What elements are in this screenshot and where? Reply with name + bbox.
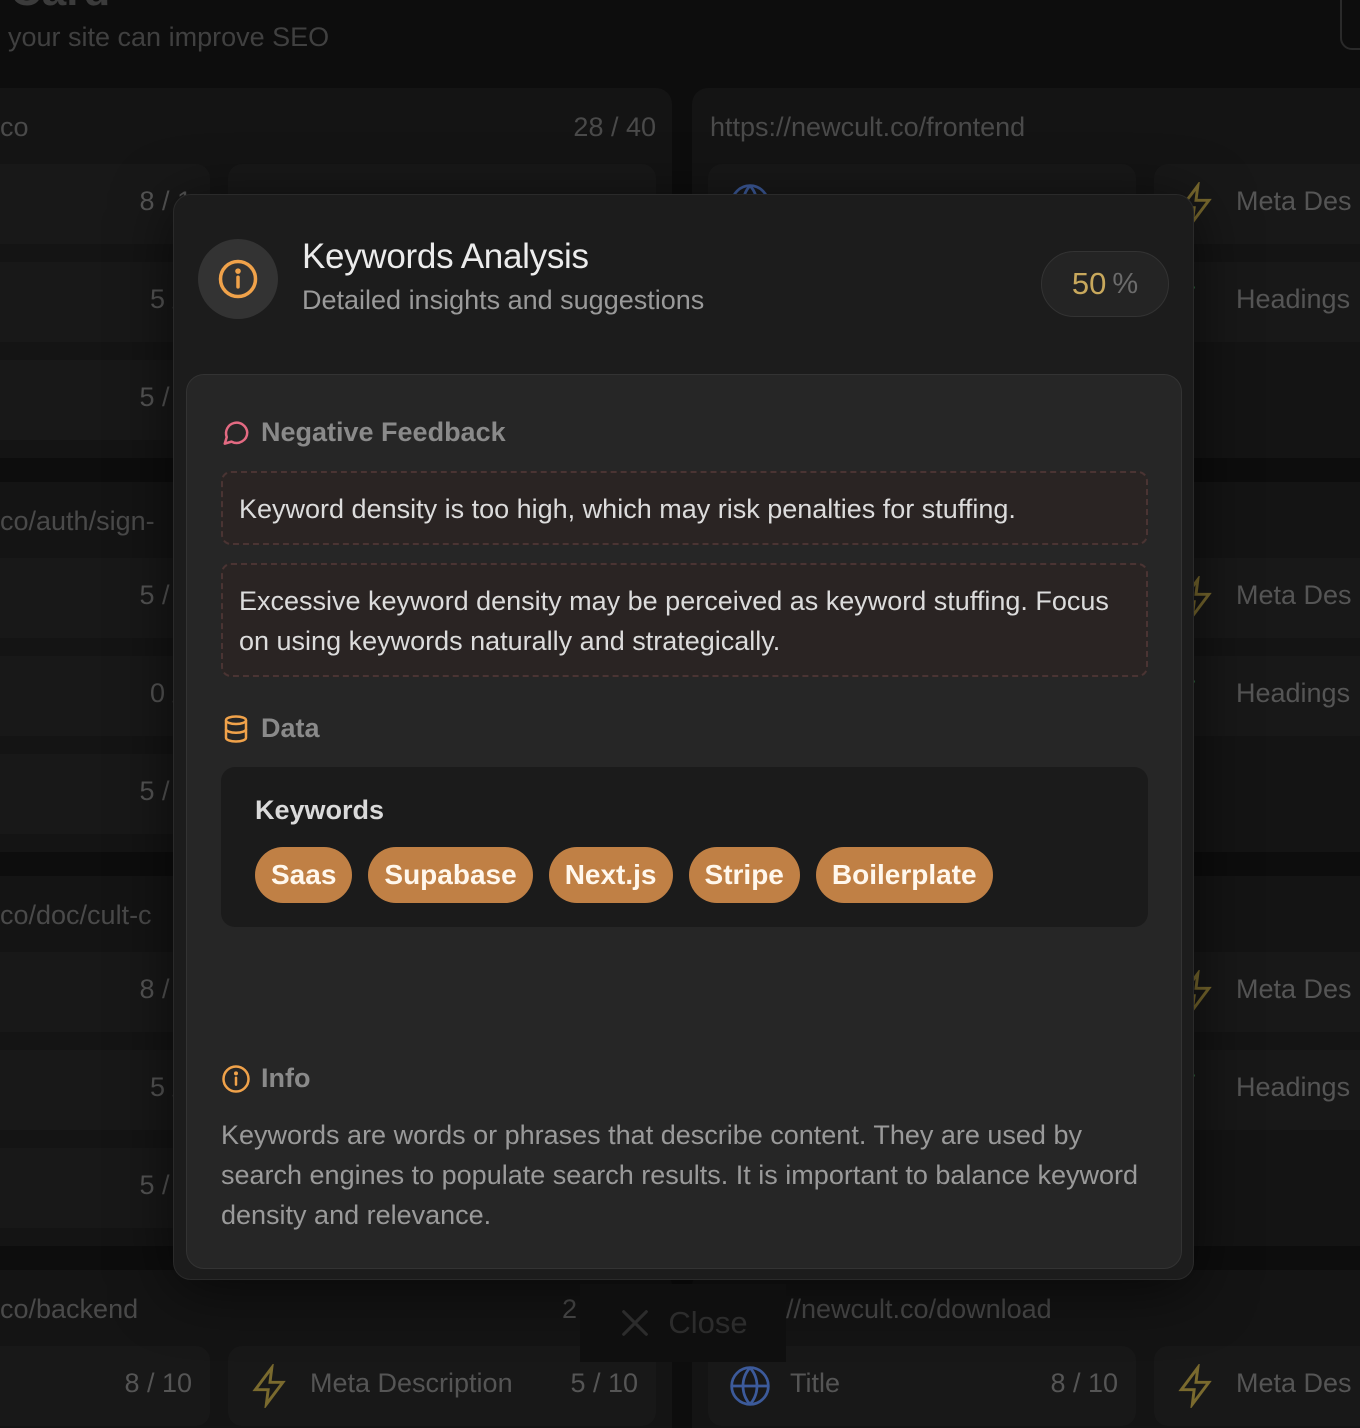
dialog-subtitle: Detailed insights and suggestions [302, 285, 705, 315]
tile-score: 8 / 10 [124, 1368, 192, 1398]
feedback-item: Keyword density is too high, which may r… [221, 471, 1148, 545]
keywords-analysis-dialog: Keywords Analysis Detailed insights and … [173, 194, 1194, 1280]
header-icon-container [198, 239, 278, 319]
globe-icon [730, 1366, 770, 1406]
section-label: Negative Feedback [261, 417, 506, 447]
close-icon [622, 1310, 649, 1336]
analysis-content-panel: Negative Feedback Keyword density is too… [186, 374, 1182, 1269]
tile-label: Meta Des [1236, 1368, 1352, 1398]
section-label: Info [261, 1063, 311, 1093]
url-label[interactable]: https://newcult.co/frontend [710, 112, 1025, 143]
database-icon [224, 714, 248, 743]
lightning-icon [1178, 1364, 1212, 1408]
top-right-button[interactable] [1340, 0, 1360, 50]
url-label[interactable]: co [0, 112, 29, 143]
keyword-chip: Boilerplate [815, 847, 993, 903]
tile-label: Title [790, 1368, 841, 1398]
url-label[interactable]: co/doc/cult-c [0, 900, 152, 931]
keyword-chip: Stripe [688, 847, 800, 903]
lightning-icon [252, 1364, 286, 1408]
keyword-chip-list: Saas Supabase Next.js Stripe Boilerplate [255, 847, 993, 903]
tile-label: Headings [1236, 284, 1351, 314]
tile-label: Meta Description [310, 1368, 513, 1398]
info-icon [222, 1064, 250, 1093]
metric-tile[interactable]: 8 / 10 [0, 1346, 210, 1426]
group-score: 2 [562, 1294, 578, 1324]
info-icon [218, 259, 258, 299]
close-button[interactable]: Close [580, 1284, 786, 1362]
info-description: Keywords are words or phrases that descr… [221, 1120, 1138, 1230]
tile-score: 5 / 10 [570, 1368, 638, 1398]
section-label: Data [261, 713, 320, 743]
dialog-title: Keywords Analysis [302, 237, 589, 276]
tile-label: Headings [1236, 678, 1351, 708]
percent-value: 50 [1071, 266, 1107, 301]
data-heading: Data [221, 713, 320, 744]
chat-bubble-icon [223, 420, 249, 445]
keyword-chip: Next.js [548, 847, 673, 903]
url-group: co/backend 2 8 / 10 Meta Description 5 /… [0, 1270, 672, 1428]
group-score: 28 / 40 [573, 112, 656, 142]
tile-label: Meta Des [1236, 186, 1352, 216]
tile-label: Meta Des [1236, 974, 1352, 1004]
feedback-item: Excessive keyword density may be perceiv… [221, 563, 1148, 677]
url-label[interactable]: co/backend [0, 1294, 138, 1325]
url-group: //newcult.co/download Title 8 / 10 Meta … [692, 1270, 1360, 1428]
url-label[interactable]: co/auth/sign- [0, 506, 155, 537]
page-title: Card [10, 0, 110, 16]
keywords-title: Keywords [255, 795, 385, 825]
tile-label: Meta Des [1236, 580, 1352, 610]
score-percent-badge: 50 % [1041, 251, 1169, 317]
metric-tile[interactable]: Meta Des [1154, 1346, 1360, 1426]
close-label: Close [668, 1305, 748, 1340]
keyword-chip: Saas [255, 847, 353, 903]
tile-label: Headings [1236, 1072, 1351, 1102]
feedback-text: Excessive keyword density may be perceiv… [239, 586, 1109, 656]
url-label[interactable]: //newcult.co/download [786, 1294, 1052, 1325]
keyword-chip: Supabase [368, 847, 533, 903]
feedback-text: Keyword density is too high, which may r… [239, 494, 1016, 524]
tile-score: 8 / 10 [1050, 1368, 1118, 1398]
info-heading: Info [221, 1063, 310, 1094]
page-subtitle: your site can improve SEO [8, 22, 330, 52]
negative-feedback-heading: Negative Feedback [221, 417, 506, 448]
keywords-data-box: Keywords Saas Supabase Next.js Stripe Bo… [221, 767, 1148, 927]
percent-unit: % [1112, 267, 1139, 300]
